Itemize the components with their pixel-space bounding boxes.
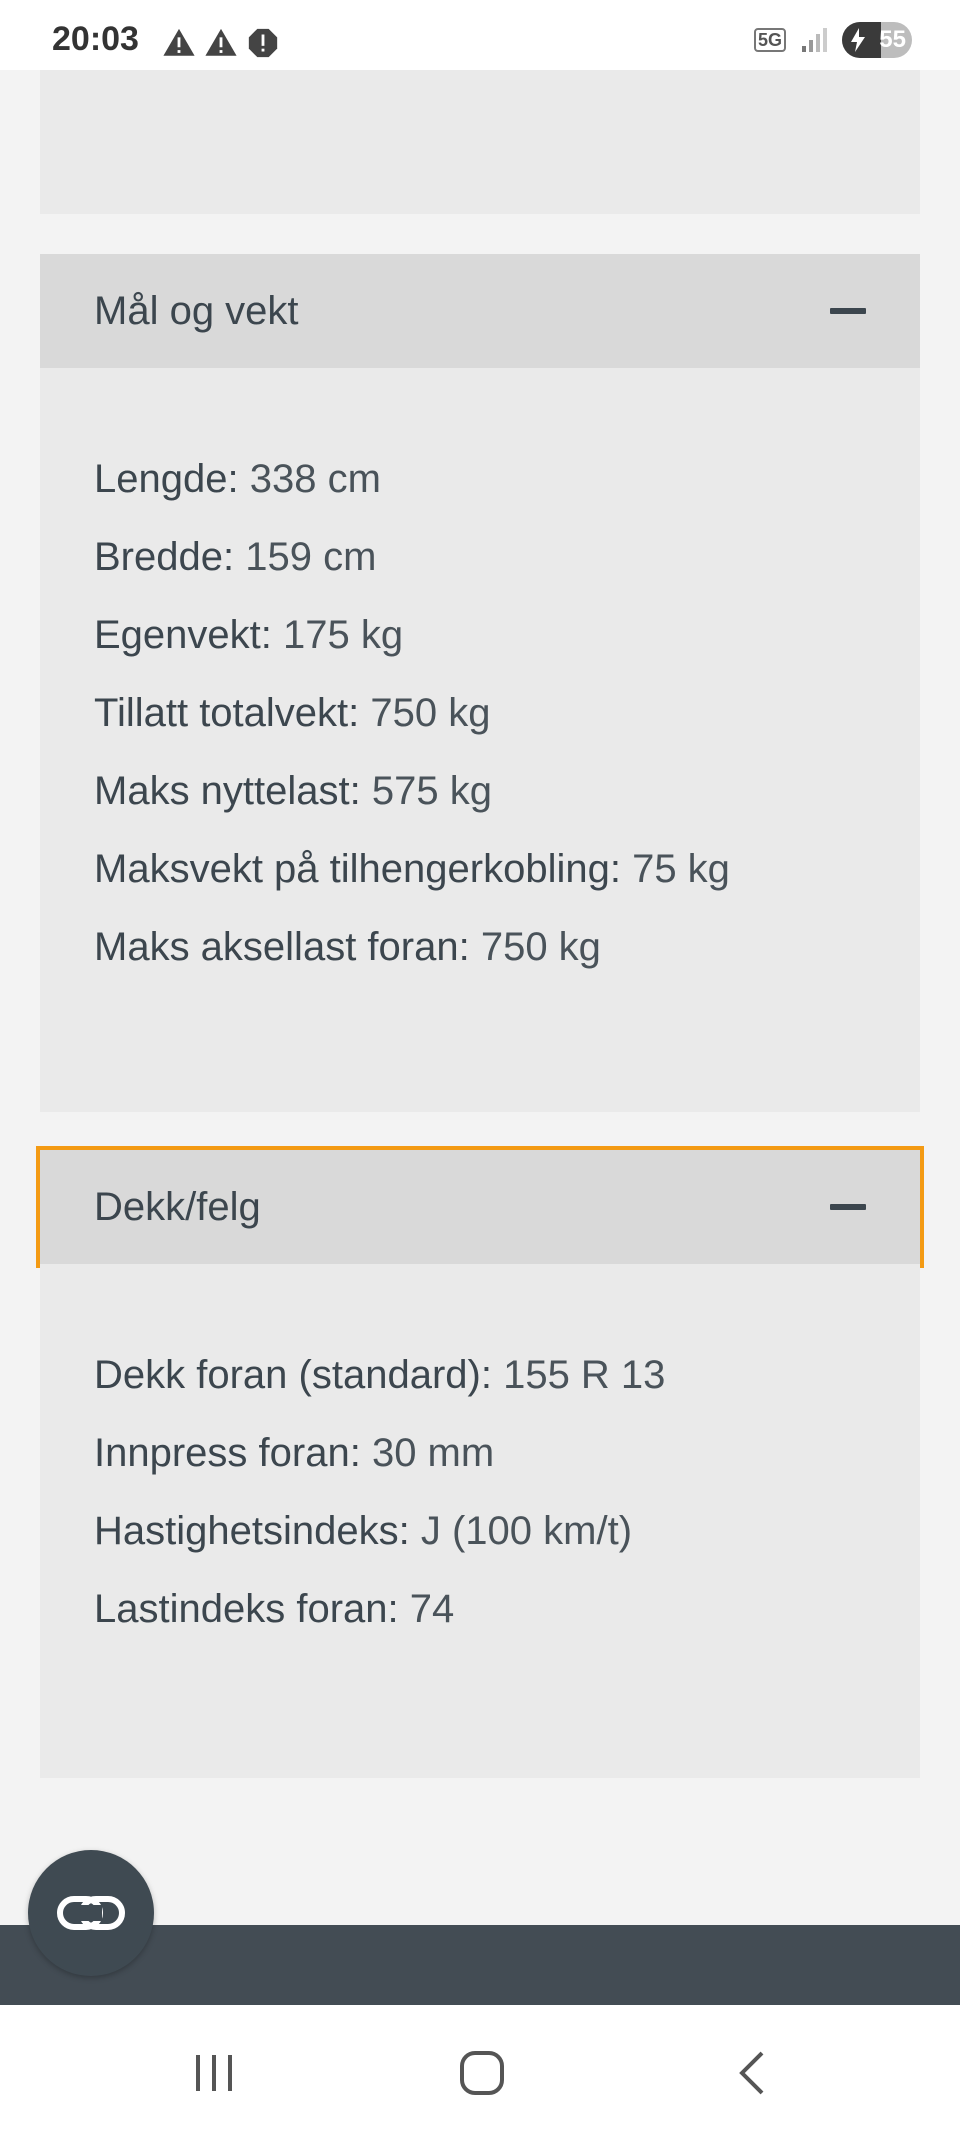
spec-value: 338 cm	[249, 457, 381, 501]
warning-icon	[205, 28, 237, 56]
spec-key: Egenvekt:	[94, 613, 272, 657]
spec-key: Maks nyttelast:	[94, 769, 361, 813]
network-badge: 5G	[753, 28, 786, 52]
spec-key: Dekk foran (standard):	[94, 1353, 492, 1397]
spec-row: Dekk foran (standard): 155 R 13	[94, 1336, 665, 1414]
accordion-body-maal-og-vekt: Lengde: 338 cm Bredde: 159 cm Egenvekt: …	[40, 368, 920, 1112]
spec-key: Hastighetsindeks:	[94, 1509, 410, 1553]
spec-row: Hastighetsindeks: J (100 km/t)	[94, 1492, 665, 1570]
spec-key: Bredde:	[94, 535, 235, 579]
alert-icon	[248, 28, 278, 58]
chat-link-icon	[57, 1896, 125, 1930]
spec-row: Maksvekt på tilhengerkobling: 75 kg	[94, 830, 730, 908]
home-icon	[460, 2051, 504, 2095]
spec-value: 175 kg	[283, 613, 404, 657]
status-indicators: 5G 55	[753, 18, 912, 62]
spec-key: Tillatt totalvekt:	[94, 691, 360, 735]
spec-list: Dekk foran (standard): 155 R 13 Innpress…	[94, 1336, 665, 1648]
back-icon	[739, 2051, 764, 2095]
spec-row: Tillatt totalvekt: 750 kg	[94, 674, 730, 752]
spec-value: 74	[409, 1587, 455, 1631]
spec-value: 75 kg	[632, 847, 730, 891]
spec-value: 750 kg	[370, 691, 491, 735]
spec-key: Lastindeks foran:	[94, 1587, 399, 1631]
spec-value: 30 mm	[371, 1431, 495, 1475]
collapse-icon[interactable]	[830, 308, 866, 314]
accordion-body-dekk-felg: Dekk foran (standard): 155 R 13 Innpress…	[40, 1264, 920, 1778]
spec-row: Egenvekt: 175 kg	[94, 596, 730, 674]
spec-key: Lengde:	[94, 457, 239, 501]
status-bar: 20:03 5G 55	[0, 0, 960, 70]
spec-value: 155 R 13	[503, 1353, 666, 1397]
accordion-header-maal-og-vekt[interactable]: Mål og vekt	[40, 254, 920, 368]
spec-list: Lengde: 338 cm Bredde: 159 cm Egenvekt: …	[94, 440, 730, 986]
spec-row: Lengde: 338 cm	[94, 440, 730, 518]
spec-value: 750 kg	[480, 925, 601, 969]
battery-indicator: 55	[842, 22, 912, 58]
spec-value: 159 cm	[245, 535, 377, 579]
spec-row: Innpress foran: 30 mm	[94, 1414, 665, 1492]
status-time: 20:03	[52, 20, 139, 58]
warning-icon	[163, 28, 195, 56]
accordion-header-dekk-felg[interactable]: Dekk/felg	[36, 1146, 924, 1268]
spec-key: Innpress foran:	[94, 1431, 361, 1475]
accordion-title: Mål og vekt	[94, 288, 299, 333]
recent-apps-icon	[196, 2055, 232, 2091]
spec-row: Maks nyttelast: 575 kg	[94, 752, 730, 830]
system-nav-bar	[0, 2005, 960, 2133]
previous-section-body	[40, 70, 920, 214]
signal-icon	[802, 28, 827, 52]
home-button[interactable]	[452, 2049, 512, 2097]
spec-row: Bredde: 159 cm	[94, 518, 730, 596]
spec-row: Lastindeks foran: 74	[94, 1570, 665, 1648]
spec-value: J (100 km/t)	[420, 1509, 633, 1553]
spec-row: Maks aksellast foran: 750 kg	[94, 908, 730, 986]
accordion-title: Dekk/felg	[94, 1184, 261, 1229]
spec-key: Maksvekt på tilhengerkobling:	[94, 847, 621, 891]
chat-button[interactable]	[28, 1850, 154, 1976]
spec-key: Maks aksellast foran:	[94, 925, 470, 969]
back-button[interactable]	[722, 2049, 782, 2097]
collapse-icon[interactable]	[830, 1204, 866, 1210]
recent-apps-button[interactable]	[184, 2049, 244, 2097]
spec-value: 575 kg	[371, 769, 492, 813]
screen: 20:03 5G 55 Mål og vekt Lengde: 338 cm B…	[0, 0, 960, 2133]
battery-level: 55	[879, 26, 906, 53]
